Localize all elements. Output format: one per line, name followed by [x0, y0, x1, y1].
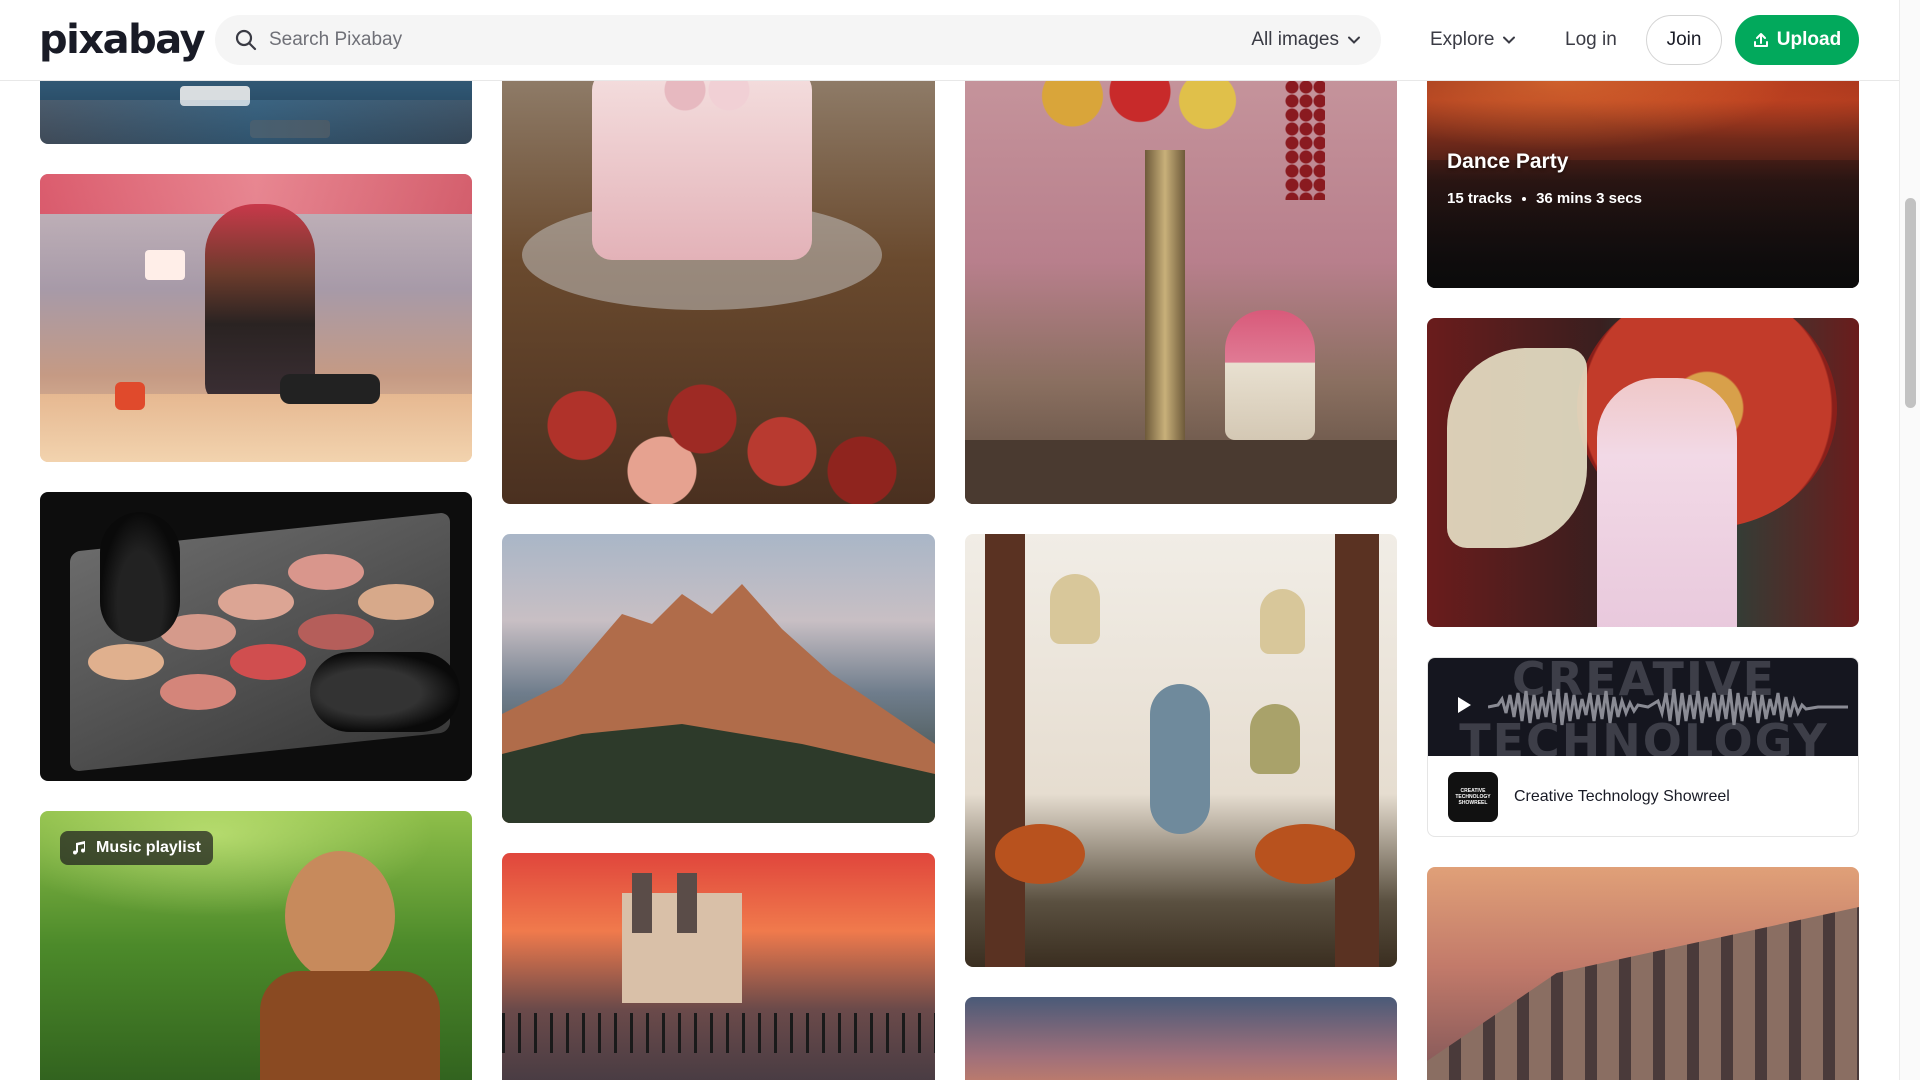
brush-shape	[100, 512, 180, 642]
search-icon[interactable]	[235, 29, 257, 51]
grapes	[1285, 80, 1325, 200]
image-tile-fruit-stand[interactable]	[965, 20, 1397, 504]
railing	[502, 1013, 935, 1053]
image-tile-halloween-illustration[interactable]	[965, 534, 1397, 967]
playlist-tile-monk[interactable]: Music playlist	[40, 811, 472, 1080]
upload-button[interactable]: Upload	[1735, 15, 1859, 65]
apples	[522, 380, 922, 504]
thumb-text-3: SHOWREEL	[1458, 800, 1488, 806]
chevron-down-icon	[1503, 36, 1516, 44]
filter-label: All images	[1251, 29, 1339, 50]
image-tile-opera-umbrella[interactable]	[1427, 318, 1859, 627]
upload-label: Upload	[1776, 29, 1842, 50]
image-tile-makeup-palette[interactable]	[40, 492, 472, 781]
shade	[218, 584, 294, 620]
image-tile-colonnade[interactable]	[1427, 867, 1859, 1080]
search-input[interactable]	[269, 15, 1169, 65]
pumpkin	[995, 824, 1085, 884]
tower-shape	[632, 873, 652, 933]
table	[965, 440, 1397, 504]
spool-shape	[115, 382, 145, 410]
explore-menu[interactable]: Explore	[1430, 15, 1516, 65]
tree-trunk	[985, 534, 1025, 967]
audio-info[interactable]: CREATIVE TECHNOLOGY SHOWREEL Creative Te…	[1428, 756, 1858, 836]
music-playlist-label: Music playlist	[96, 839, 201, 856]
audio-title[interactable]: Creative Technology Showreel	[1514, 788, 1730, 806]
audio-thumbnail: CREATIVE TECHNOLOGY SHOWREEL	[1448, 772, 1498, 822]
desk-shape	[40, 394, 472, 462]
separator-dot	[1522, 196, 1527, 201]
window-light	[145, 250, 185, 280]
monk-head	[285, 851, 395, 981]
mouse-figure	[1150, 684, 1210, 834]
ghost	[1260, 589, 1305, 654]
mountain-shape	[502, 584, 935, 823]
pumpkin	[1255, 824, 1355, 884]
shade	[298, 614, 374, 650]
playlist-meta: 15 tracks 36 mins 3 secs	[1447, 190, 1642, 207]
image-tile-city-sunset[interactable]	[502, 853, 935, 1080]
page-scrollbar[interactable]	[1899, 0, 1920, 1080]
upload-icon	[1753, 33, 1768, 47]
tree-trunk	[1335, 534, 1379, 967]
image-tile-sky-sunset[interactable]	[965, 997, 1397, 1080]
image-tile-woman-electronics[interactable]	[40, 174, 472, 462]
music-playlist-badge: Music playlist	[60, 831, 213, 865]
page: Music playlist Dance Party 15 tracks 36 …	[0, 0, 1920, 1080]
audio-waveform-area[interactable]: CREATIVE TECHNOLOGY	[1428, 658, 1858, 756]
join-button[interactable]: Join	[1646, 15, 1722, 65]
brush-shape	[310, 652, 460, 732]
silk-sleeve	[1447, 348, 1587, 548]
image-tile-cake-macarons[interactable]	[502, 20, 935, 504]
playlist-title: Dance Party	[1447, 150, 1569, 173]
shade	[230, 644, 306, 680]
water-reflection	[40, 100, 472, 144]
audio-card-creative-technology[interactable]: CREATIVE TECHNOLOGY CREATIVE TECHNOLOGY …	[1427, 657, 1859, 837]
image-tile-mountain[interactable]	[502, 534, 935, 823]
ghost	[1050, 574, 1100, 644]
shade	[88, 644, 164, 680]
playlist-duration: 36 mins 3 secs	[1536, 190, 1642, 207]
leaf-glow	[40, 811, 472, 931]
performer-shape	[1597, 378, 1737, 627]
chevron-down-icon	[1348, 36, 1360, 44]
shade	[160, 674, 236, 710]
explore-label: Explore	[1430, 29, 1495, 50]
play-icon[interactable]	[1458, 697, 1471, 713]
crowd-shape	[1427, 160, 1859, 288]
pixabay-logo[interactable]: pixabay	[39, 18, 206, 62]
flower-pot	[1225, 310, 1315, 440]
shade	[358, 584, 434, 620]
tower-shape	[677, 873, 697, 933]
pedestal	[1145, 150, 1185, 470]
image-type-filter[interactable]: All images	[1251, 15, 1361, 65]
track-count: 15 tracks	[1447, 190, 1513, 207]
top-navigation-bar: pixabay All images Explore Log in Join	[0, 0, 1899, 80]
music-note-icon	[73, 841, 85, 855]
monk-robe	[260, 971, 440, 1080]
columns	[1427, 907, 1859, 1080]
scrollbar-thumb[interactable]	[1905, 198, 1916, 408]
shade	[288, 554, 364, 590]
drone-shape	[280, 374, 380, 404]
waveform	[1488, 688, 1848, 726]
ghost	[1250, 704, 1300, 774]
login-link[interactable]: Log in	[1565, 15, 1617, 65]
search-bar[interactable]: All images	[215, 15, 1381, 65]
